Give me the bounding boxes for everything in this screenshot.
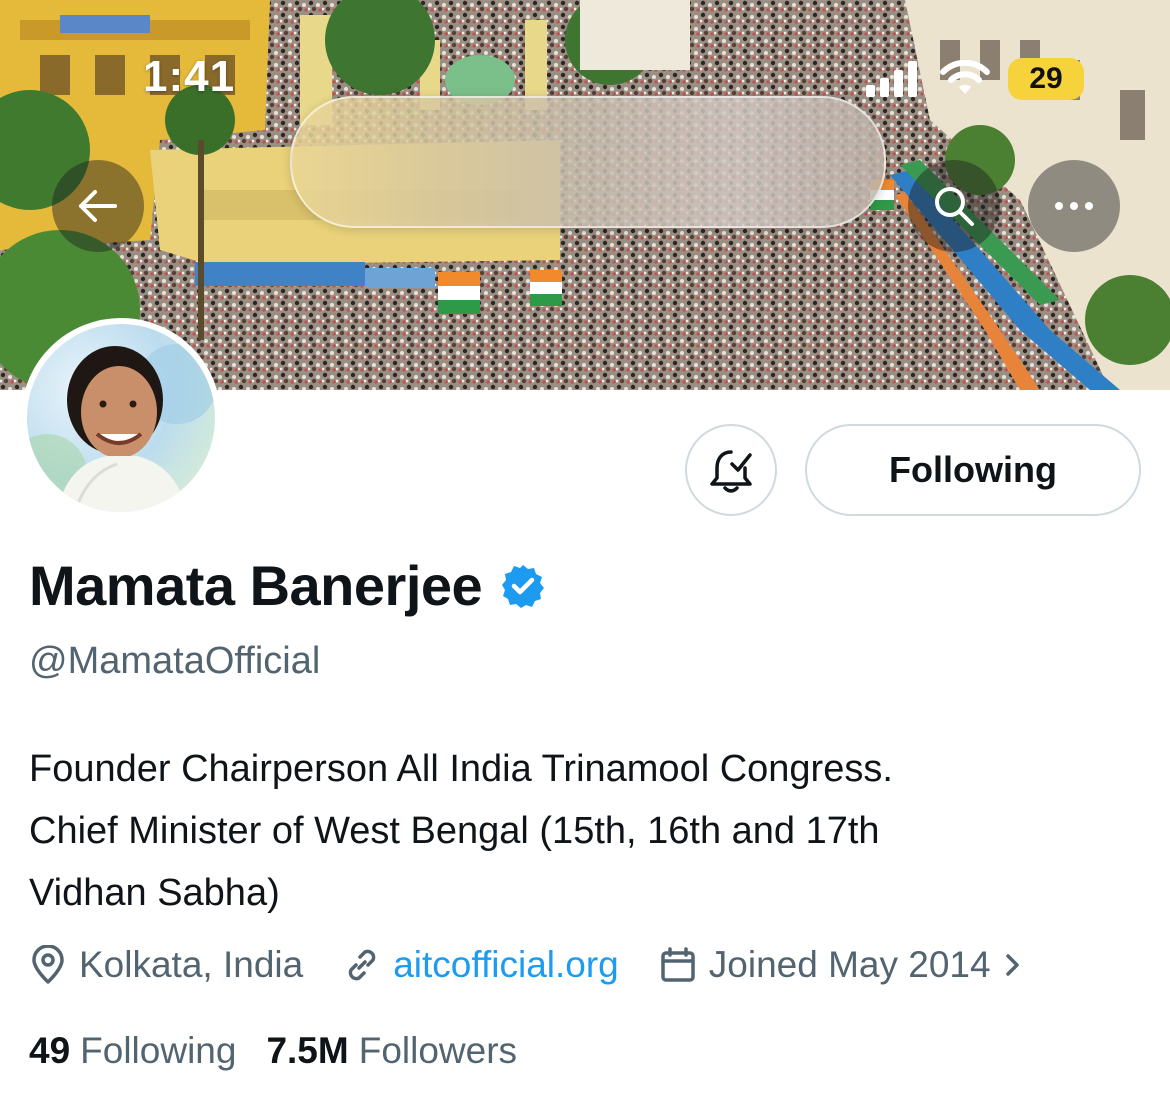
avatar-image [27,324,215,512]
bio-line: Founder Chairperson All India Trinamool … [29,748,893,790]
joined-text: Joined May 2014 [708,944,991,985]
following-label: Following [80,1030,237,1071]
bell-check-icon [710,450,752,493]
location-pin-icon [32,945,64,984]
bio-line: Vidhan Sabha) [29,872,280,914]
search-icon [935,187,974,226]
battery-indicator: 29 [1008,58,1084,100]
following-button[interactable]: Following [805,424,1141,516]
followers-stat[interactable]: 7.5M Followers [266,1030,517,1072]
calendar-icon [661,947,695,982]
user-handle: @MamataOfficial [29,640,321,682]
back-button[interactable] [52,160,144,252]
link-icon [348,949,376,981]
following-stat[interactable]: 49 Following [29,1030,236,1072]
profile-banner[interactable]: 1:41 29 [0,0,1170,390]
location-text: Kolkata, India [79,944,304,985]
profile-meta: Kolkata, India aitcofficial.org Joined M… [29,944,1063,986]
cellular-signal-icon [866,61,917,97]
verified-badge-icon[interactable] [500,563,546,609]
chevron-right-icon [1005,954,1019,976]
blurred-region [290,96,886,228]
joined-date[interactable]: Joined May 2014 [659,944,1023,986]
notifications-button[interactable] [685,424,777,516]
status-time: 1:41 [143,52,236,101]
bio: Founder Chairperson All India Trinamool … [29,738,1139,924]
ellipsis-icon [1055,202,1093,210]
more-options-button[interactable] [1028,160,1120,252]
status-icons: 29 [866,58,1084,100]
display-name: Mamata Banerjee [29,554,483,617]
followers-label: Followers [358,1030,518,1071]
following-count: 49 [29,1030,71,1071]
website-link[interactable]: aitcofficial.org [393,944,619,986]
wifi-icon [940,60,990,94]
website[interactable]: aitcofficial.org [343,944,619,986]
location: Kolkata, India [29,944,303,986]
arrow-left-icon [79,190,117,222]
name-row: Mamata Banerjee [29,553,546,618]
search-button[interactable] [908,160,1000,252]
bio-line: Chief Minister of West Bengal (15th, 16t… [29,810,880,852]
followers-count: 7.5M [266,1030,349,1071]
avatar[interactable] [21,318,221,518]
follow-stats: 49 Following 7.5M Followers [29,1030,547,1072]
